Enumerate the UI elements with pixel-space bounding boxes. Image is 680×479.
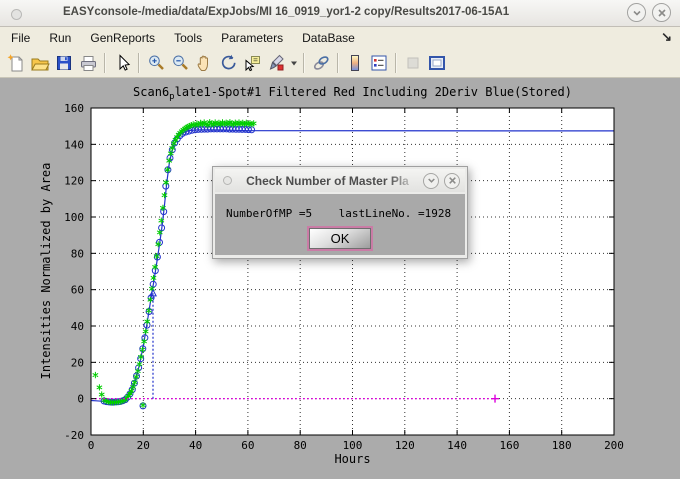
figure-toolbar: [0, 48, 680, 78]
check-master-plate-dialog: Check Number of Master Pla NumberOfMP =5…: [212, 166, 468, 259]
svg-text:100: 100: [64, 211, 84, 224]
dialog-menu-icon[interactable]: [223, 176, 232, 185]
window-close-button[interactable]: [652, 3, 671, 22]
toolbar-separator: [395, 53, 397, 73]
pan-hand-icon[interactable]: [192, 51, 216, 75]
svg-text:180: 180: [552, 439, 572, 452]
y-axis-label: Intensities Normalized by Area: [39, 163, 53, 380]
window-title: EASYconsole-/media/data/ExpJobs/MI 16_09…: [63, 6, 509, 18]
dock-figure-icon[interactable]: ↘: [661, 29, 672, 45]
print-figure-icon[interactable]: [76, 51, 100, 75]
chevron-down-icon: [427, 176, 436, 185]
figure-area: 0 20 40 60 80 100 120 140 160 180 200 -20 0 20 40 60 80 1…: [0, 78, 680, 479]
application-window: EASYconsole-/media/data/ExpJobs/MI 16_09…: [0, 0, 680, 479]
edit-plot-cursor-icon[interactable]: [110, 51, 134, 75]
svg-text:40: 40: [71, 320, 84, 333]
dialog-body: NumberOfMP =5 lastLineNo. =1928 OK: [215, 194, 465, 255]
dialog-close-button[interactable]: [444, 173, 460, 189]
new-file-icon[interactable]: [4, 51, 28, 75]
svg-text:80: 80: [71, 247, 84, 260]
hide-plot-tools-icon[interactable]: [401, 51, 425, 75]
window-minimize-button[interactable]: [627, 3, 646, 22]
dialog-minimize-button[interactable]: [423, 173, 439, 189]
plot-area[interactable]: [91, 108, 614, 435]
toolbar-separator: [337, 53, 339, 73]
menu-tools[interactable]: Tools: [166, 31, 210, 45]
x-axis-label: Hours: [91, 452, 614, 466]
svg-text:60: 60: [241, 439, 254, 452]
brush-data-icon[interactable]: [264, 51, 288, 75]
data-cursor-icon[interactable]: [240, 51, 264, 75]
svg-text:-20: -20: [64, 429, 84, 442]
svg-text:120: 120: [64, 175, 84, 188]
svg-text:140: 140: [447, 439, 467, 452]
save-figure-icon[interactable]: [52, 51, 76, 75]
toolbar-separator: [303, 53, 305, 73]
link-plot-icon[interactable]: [309, 51, 333, 75]
menu-parameters[interactable]: Parameters: [213, 31, 291, 45]
insert-colorbar-icon[interactable]: [343, 51, 367, 75]
dialog-message: NumberOfMP =5 lastLineNo. =1928: [226, 207, 451, 220]
chart-canvas: 0 20 40 60 80 100 120 140 160 180 200 -20 0 20 40 60 80 1…: [0, 78, 680, 479]
menu-bar: File Run GenReports Tools Parameters Dat…: [0, 27, 680, 48]
open-file-icon[interactable]: [28, 51, 52, 75]
svg-text:20: 20: [137, 439, 150, 452]
menu-genreports[interactable]: GenReports: [82, 31, 163, 45]
insert-legend-icon[interactable]: [367, 51, 391, 75]
svg-text:160: 160: [64, 102, 84, 115]
close-icon: [657, 8, 667, 18]
dialog-titlebar: Check Number of Master Pla: [215, 169, 465, 192]
svg-text:160: 160: [499, 439, 519, 452]
chart-title: Scan6plate1-Spot#1 Filtered Red Includin…: [91, 85, 614, 102]
chevron-down-icon: [632, 8, 642, 18]
svg-text:100: 100: [343, 439, 363, 452]
window-menu-icon[interactable]: [11, 9, 22, 20]
toolbar-separator: [104, 53, 106, 73]
brush-dropdown-icon[interactable]: [288, 51, 299, 75]
dialog-title: Check Number of Master Pla: [232, 174, 423, 188]
svg-text:120: 120: [395, 439, 415, 452]
ok-button[interactable]: OK: [309, 228, 371, 249]
svg-text:80: 80: [294, 439, 307, 452]
show-plot-tools-icon[interactable]: [425, 51, 449, 75]
svg-text:0: 0: [77, 393, 84, 406]
rotate-3d-icon[interactable]: [216, 51, 240, 75]
menu-file[interactable]: File: [3, 31, 38, 45]
svg-text:200: 200: [604, 439, 624, 452]
svg-text:140: 140: [64, 138, 84, 151]
svg-text:20: 20: [71, 356, 84, 369]
svg-text:0: 0: [88, 439, 95, 452]
svg-text:40: 40: [189, 439, 202, 452]
close-icon: [448, 176, 457, 185]
zoom-out-icon[interactable]: [168, 51, 192, 75]
menu-run[interactable]: Run: [41, 31, 79, 45]
window-titlebar: EASYconsole-/media/data/ExpJobs/MI 16_09…: [0, 0, 680, 27]
zoom-in-icon[interactable]: [144, 51, 168, 75]
menu-database[interactable]: DataBase: [294, 31, 363, 45]
toolbar-separator: [138, 53, 140, 73]
svg-text:60: 60: [71, 284, 84, 297]
